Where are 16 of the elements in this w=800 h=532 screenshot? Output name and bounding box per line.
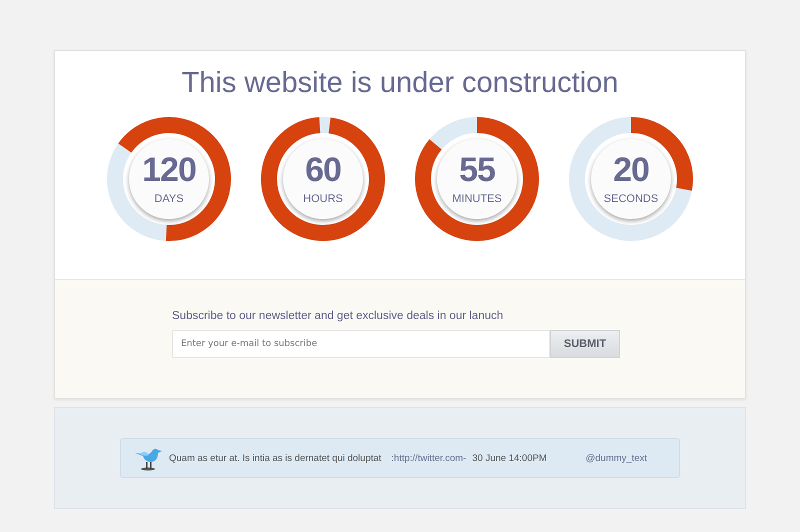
countdown-unit: MINUTES [452, 193, 502, 205]
submit-button[interactable]: SUBMIT [550, 330, 620, 358]
twitter-handle[interactable]: @dummy_text [586, 452, 647, 464]
countdown-unit: SECONDS [604, 193, 658, 205]
countdown-unit: HOURS [303, 193, 343, 205]
countdown-value: 20 [613, 153, 649, 187]
tweet-date: 30 June 14:00PM [472, 452, 547, 464]
newsletter-prompt: Subscribe to our newsletter and get exclusive deals in our lanuch [172, 310, 504, 322]
email-field[interactable]: Enter your e-mail to subscribe [172, 330, 550, 358]
tweet-link[interactable]: :http://twitter.com- [391, 452, 466, 464]
countdown-value: 60 [305, 153, 341, 187]
page-title: This website is under construction [182, 67, 618, 100]
countdown-value: 55 [459, 153, 495, 187]
countdown-unit: DAYS [154, 193, 184, 205]
countdown-value: 120 [142, 153, 196, 187]
tweet-text: Quam as etur at. Is intia as is dernatet qui doluptat [169, 452, 382, 464]
